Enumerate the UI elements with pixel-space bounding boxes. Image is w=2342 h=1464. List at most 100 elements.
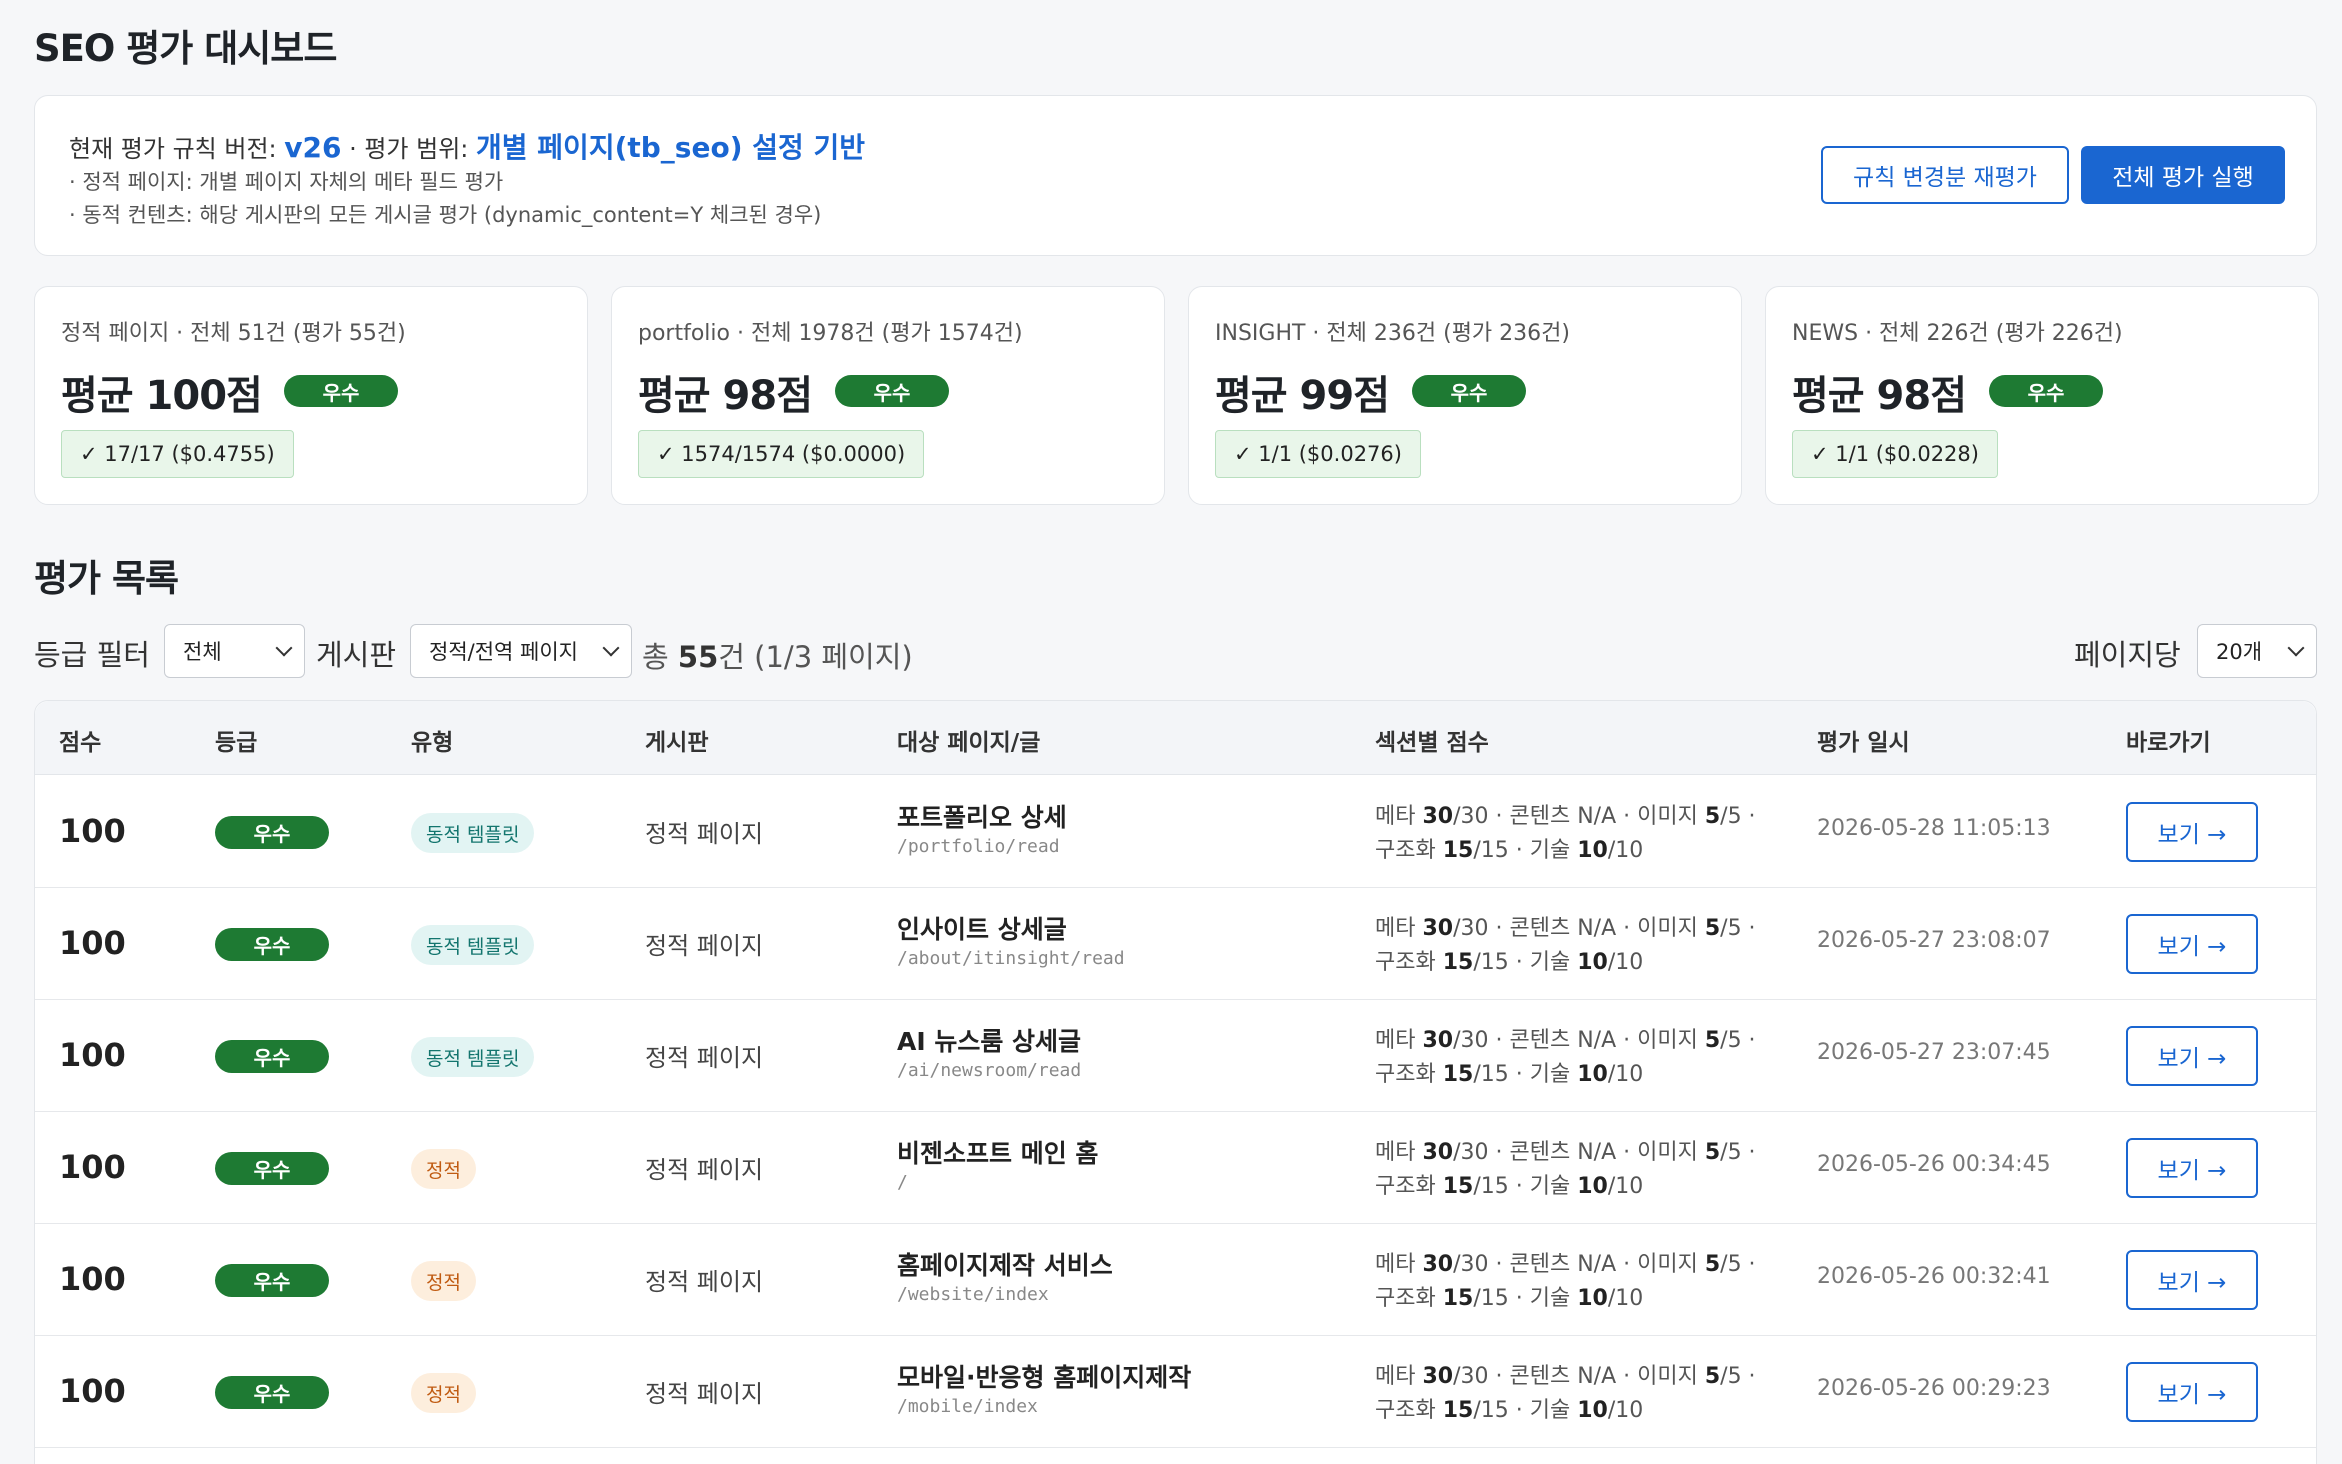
view-button[interactable]: 보기 → [2126, 802, 2258, 862]
rule-version-line: 현재 평가 규칙 버전: v26 · 평가 범위: 개별 페이지(tb_seo)… [69, 126, 865, 166]
card-head: 정적 페이지 · 전체 51건 (평가 55건) [61, 321, 406, 346]
section-scores-line2: 구조화 15/15 · 기술 10/10 [1375, 1286, 1644, 1311]
section-scores-line1: 메타 30/30 · 콘텐츠 N/A · 이미지 5/5 · [1375, 1252, 1756, 1277]
target-page-path: /website/index [897, 1284, 1049, 1305]
type-badge: 동적 템플릿 [411, 813, 535, 853]
rule-version-label: 현재 평가 규칙 버전: [69, 135, 285, 163]
section-scores-line1: 메타 30/30 · 콘텐츠 N/A · 이미지 5/5 · [1375, 1140, 1756, 1165]
chevron-down-icon [275, 639, 293, 657]
total-count: 총 55건 (1/3 페이지) [642, 640, 913, 674]
type-badge: 정적 [411, 1373, 476, 1413]
per-page-select[interactable]: 20개 [2197, 624, 2317, 678]
grade-badge: 우수 [215, 1264, 329, 1297]
card-average: 평균 98점 [1792, 373, 1967, 419]
row-score: 100 [59, 1372, 126, 1410]
summary-card-news: NEWS · 전체 226건 (평가 226건) 평균 98점 우수 ✓ 1/1… [1765, 286, 2319, 505]
column-header-section-scores[interactable]: 섹션별 점수 [1375, 723, 1489, 757]
table-header: 점수 등급 유형 게시판 대상 페이지/글 섹션별 점수 평가 일시 바로가기 [35, 701, 2316, 775]
grade-badge: 우수 [284, 375, 398, 407]
grade-filter-value: 전체 [183, 640, 222, 664]
run-all-evaluation-button[interactable]: 전체 평가 실행 [2081, 146, 2285, 204]
row-board: 정적 페이지 [645, 1380, 764, 1408]
target-page-path: / [897, 1172, 908, 1193]
row-score: 100 [59, 1148, 126, 1186]
row-score: 100 [59, 812, 126, 850]
column-header-date[interactable]: 평가 일시 [1817, 723, 1910, 757]
card-average: 평균 98점 [638, 373, 813, 419]
seo-dashboard: SEO 평가 대시보드 현재 평가 규칙 버전: v26 · 평가 범위: 개별… [0, 0, 2342, 1464]
rule-scope: 개별 페이지(tb_seo) 설정 기반 [476, 131, 866, 164]
chevron-down-icon [2287, 639, 2305, 657]
column-header-type[interactable]: 유형 [411, 723, 453, 757]
column-header-board[interactable]: 게시판 [645, 723, 708, 757]
column-header-shortcut: 바로가기 [2126, 730, 2211, 756]
card-head: portfolio · 전체 1978건 (평가 1574건) [638, 321, 1023, 346]
grade-filter-select[interactable]: 전체 [164, 624, 305, 678]
reevaluate-changes-button[interactable]: 규칙 변경분 재평가 [1821, 146, 2069, 204]
view-button[interactable]: 보기 → [2126, 1026, 2258, 1086]
table-row: 100 우수 정적 정적 페이지 홈페이지제작 서비스/website/index 메타 … [35, 1224, 2316, 1336]
row-board: 정적 페이지 [645, 1268, 764, 1296]
column-header-grade[interactable]: 등급 [215, 723, 257, 757]
view-button[interactable]: 보기 → [2126, 914, 2258, 974]
target-page-path: /portfolio/read [897, 836, 1060, 857]
type-badge: 정적 [411, 1149, 476, 1189]
evaluation-table: 점수 등급 유형 게시판 대상 페이지/글 섹션별 점수 평가 일시 바로가기 … [34, 700, 2317, 1464]
table-row: 100 우수 정적 정적 페이지 비젠소프트 메인 홈 / 메타 30/30 · 콘텐츠 N… [35, 1112, 2316, 1224]
grade-badge: 우수 [215, 928, 329, 961]
section-scores-line1: 메타 30/30 · 콘텐츠 N/A · 이미지 5/5 · [1375, 1028, 1756, 1053]
summary-card-portfolio: portfolio · 전체 1978건 (평가 1574건) 평균 98점 우… [611, 286, 1165, 505]
section-scores-line2: 구조화 15/15 · 기술 10/10 [1375, 1398, 1644, 1423]
row-board: 정적 페이지 [645, 932, 764, 960]
view-button[interactable]: 보기 → [2126, 1362, 2258, 1422]
target-page-name: AI 뉴스룸 상세글 [897, 1027, 1082, 1056]
row-board: 정적 페이지 [645, 820, 764, 848]
summary-card-insight: INSIGHT · 전체 236건 (평가 236건) 평균 99점 우수 ✓ … [1188, 286, 1742, 505]
row-board: 정적 페이지 [645, 1044, 764, 1072]
rule-note-static: · 정적 페이지: 개별 페이지 자체의 메타 필드 평가 [69, 170, 504, 194]
section-scores-line1: 메타 30/30 · 콘텐츠 N/A · 이미지 5/5 · [1375, 804, 1756, 829]
section-scores-line2: 구조화 15/15 · 기술 10/10 [1375, 838, 1644, 863]
evaluation-date: 2026-05-26 00:34:45 [1817, 1152, 2051, 1177]
grade-badge: 우수 [835, 375, 949, 407]
table-row: 100 우수 동적 템플릿 정적 페이지 AI 뉴스룸 상세글/ai/newsroom/… [35, 1000, 2316, 1112]
card-average: 평균 99점 [1215, 373, 1390, 419]
type-badge: 정적 [411, 1261, 476, 1301]
view-button[interactable]: 보기 → [2126, 1250, 2258, 1310]
evaluation-date: 2026-05-26 00:32:41 [1817, 1264, 2051, 1289]
type-badge: 동적 템플릿 [411, 1037, 535, 1077]
grade-filter-label: 등급 필터 [34, 638, 150, 672]
view-button[interactable]: 보기 → [2126, 1138, 2258, 1198]
type-badge: 동적 템플릿 [411, 925, 535, 965]
column-header-score[interactable]: 점수 [59, 723, 101, 757]
card-average: 평균 100점 [61, 373, 263, 419]
grade-badge: 우수 [1412, 375, 1526, 407]
target-page-name: 인사이트 상세글 [897, 915, 1067, 944]
board-filter-select[interactable]: 정적/전역 페이지 [410, 624, 632, 678]
section-scores-line2: 구조화 15/15 · 기술 10/10 [1375, 1062, 1644, 1087]
grade-badge: 우수 [1989, 375, 2103, 407]
card-cost-badge: ✓ 17/17 ($0.4755) [61, 430, 294, 478]
rule-scope-label: · 평가 범위: [341, 135, 477, 163]
section-scores-line2: 구조화 15/15 · 기술 10/10 [1375, 1174, 1644, 1199]
grade-badge: 우수 [215, 816, 329, 849]
column-header-target[interactable]: 대상 페이지/글 [897, 723, 1040, 757]
section-scores-line2: 구조화 15/15 · 기술 10/10 [1375, 950, 1644, 975]
target-page-name: 비젠소프트 메인 홈 [897, 1139, 1099, 1168]
target-page-path: /ai/newsroom/read [897, 1060, 1082, 1081]
card-head: NEWS · 전체 226건 (평가 226건) [1792, 321, 2123, 346]
rule-info-panel: 현재 평가 규칙 버전: v26 · 평가 범위: 개별 페이지(tb_seo)… [34, 95, 2317, 256]
summary-card-static: 정적 페이지 · 전체 51건 (평가 55건) 평균 100점 우수 ✓ 17… [34, 286, 588, 505]
card-cost-badge: ✓ 1/1 ($0.0228) [1792, 430, 1998, 478]
rule-note-dynamic: · 동적 컨텐츠: 해당 게시판의 모든 게시글 평가 (dynamic_con… [69, 203, 822, 227]
target-page-path: /about/itinsight/read [897, 948, 1125, 969]
filter-bar: 등급 필터 전체 게시판 정적/전역 페이지 총 55건 (1/3 페이지) 페… [34, 624, 2317, 678]
card-cost-badge: ✓ 1/1 ($0.0276) [1215, 430, 1421, 478]
evaluation-date: 2026-05-27 23:07:45 [1817, 1040, 2051, 1065]
row-board: 정적 페이지 [645, 1156, 764, 1184]
table-row: 100 우수 동적 템플릿 정적 페이지 인사이트 상세글/about/itinsigh… [35, 888, 2316, 1000]
section-scores-line1: 메타 30/30 · 콘텐츠 N/A · 이미지 5/5 · [1375, 916, 1756, 941]
card-head: INSIGHT · 전체 236건 (평가 236건) [1215, 321, 1570, 346]
evaluation-date: 2026-05-28 11:05:13 [1817, 816, 2051, 841]
board-filter-label: 게시판 [316, 638, 397, 672]
